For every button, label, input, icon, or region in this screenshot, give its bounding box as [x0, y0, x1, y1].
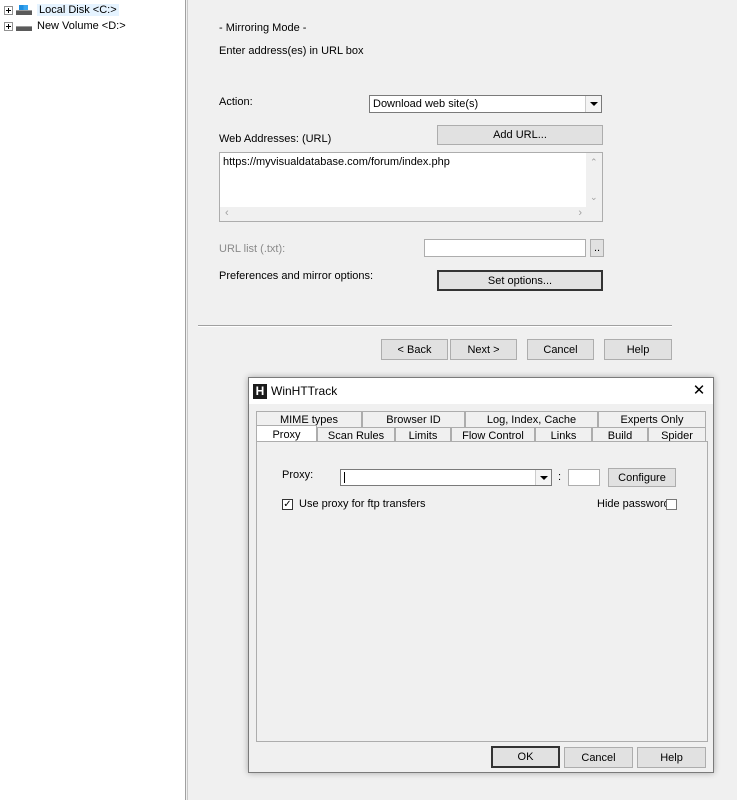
url-list-input[interactable]: [424, 239, 586, 257]
hard-drive-icon: [16, 5, 32, 15]
use-proxy-ftp-label: Use proxy for ftp transfers: [299, 498, 426, 510]
dialog-title: WinHTTrack: [271, 384, 338, 398]
tree-item-label: Local Disk <C:>: [37, 4, 119, 16]
pane-divider[interactable]: [187, 0, 188, 800]
url-textarea[interactable]: https://myvisualdatabase.com/forum/index…: [219, 152, 603, 222]
configure-button[interactable]: Configure: [608, 468, 676, 487]
dialog-help-button[interactable]: Help: [637, 747, 706, 768]
proxy-label: Proxy:: [282, 469, 314, 481]
options-dialog: H WinHTTrack ✕ MIME types Browser ID Log…: [248, 377, 714, 773]
expand-icon[interactable]: [4, 5, 13, 15]
set-options-button[interactable]: Set options...: [437, 270, 603, 291]
vertical-scrollbar[interactable]: ⌃ ⌄: [586, 153, 602, 207]
web-addresses-label: Web Addresses: (URL): [219, 133, 332, 145]
preferences-label: Preferences and mirror options:: [219, 270, 374, 282]
tree-item-label: New Volume <D:>: [37, 20, 126, 32]
url-text: https://myvisualdatabase.com/forum/index…: [223, 156, 450, 168]
scroll-up-icon[interactable]: ⌃: [590, 157, 598, 168]
use-proxy-ftp-checkbox[interactable]: ✓: [282, 499, 293, 510]
action-select[interactable]: Download web site(s): [369, 95, 602, 113]
url-list-label: URL list (.txt):: [219, 243, 286, 255]
tab-log-index-cache[interactable]: Log, Index, Cache: [465, 411, 598, 427]
folder-tree[interactable]: Local Disk <C:> New Volume <D:>: [0, 0, 186, 800]
scroll-right-icon[interactable]: ›: [578, 207, 582, 219]
hard-drive-icon: [16, 21, 32, 31]
horizontal-scrollbar[interactable]: ‹ ›: [220, 207, 602, 221]
tab-experts-only[interactable]: Experts Only: [598, 411, 706, 427]
separator-line: [198, 325, 672, 327]
dialog-cancel-button[interactable]: Cancel: [564, 747, 633, 768]
chevron-down-icon[interactable]: [585, 96, 601, 112]
back-button[interactable]: < Back: [381, 339, 448, 360]
proxy-value[interactable]: [344, 472, 535, 483]
expand-icon[interactable]: [4, 21, 13, 31]
help-button[interactable]: Help: [604, 339, 672, 360]
cancel-button[interactable]: Cancel: [527, 339, 594, 360]
winhttrack-app-icon: H: [253, 383, 267, 399]
hide-password-checkbox[interactable]: [666, 499, 677, 510]
scroll-down-icon[interactable]: ⌄: [590, 192, 598, 203]
tab-browser-id[interactable]: Browser ID: [362, 411, 465, 427]
tree-item-local-disk[interactable]: Local Disk <C:>: [4, 2, 119, 18]
instruction-text: Enter address(es) in URL box: [219, 45, 364, 57]
proxy-tab-page: Proxy: : Configure ✓ Use proxy for ftp t…: [256, 441, 708, 742]
close-icon[interactable]: ✕: [691, 382, 707, 399]
port-input[interactable]: [568, 469, 600, 486]
next-button[interactable]: Next >: [450, 339, 517, 360]
chevron-down-icon[interactable]: [535, 470, 551, 485]
ok-button[interactable]: OK: [491, 746, 560, 768]
tree-item-new-volume[interactable]: New Volume <D:>: [4, 18, 126, 34]
port-separator: :: [558, 471, 562, 483]
add-url-button[interactable]: Add URL...: [437, 125, 603, 145]
browse-button[interactable]: ..: [590, 239, 604, 257]
checkmark-icon: ✓: [283, 498, 292, 510]
dialog-titlebar[interactable]: H WinHTTrack ✕: [249, 378, 713, 404]
scroll-left-icon[interactable]: ‹: [225, 207, 229, 219]
action-select-value: Download web site(s): [373, 98, 479, 110]
hide-password-label: Hide password: [597, 498, 670, 510]
action-label: Action:: [219, 96, 253, 108]
proxy-combobox[interactable]: [340, 469, 552, 486]
mode-title: - Mirroring Mode -: [219, 22, 307, 34]
